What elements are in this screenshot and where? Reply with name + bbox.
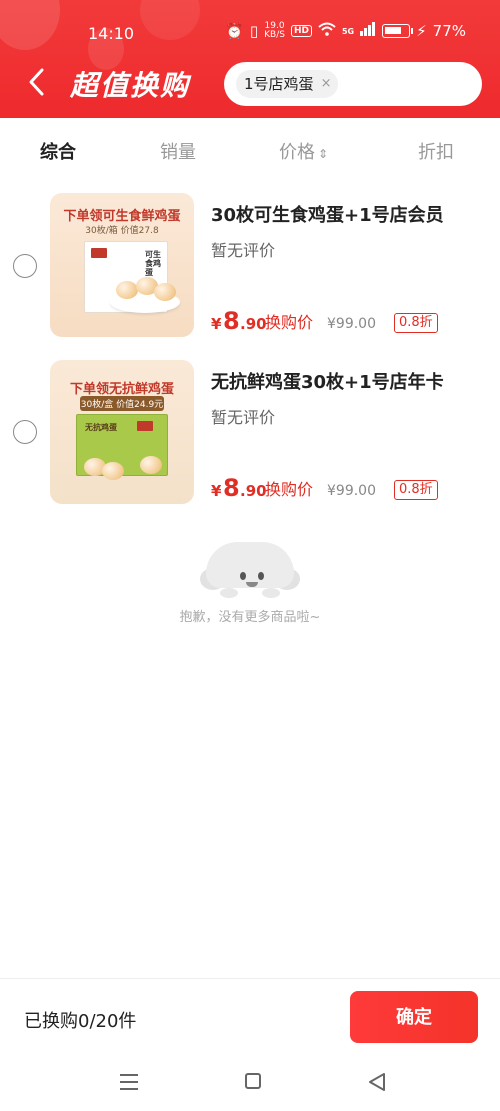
product-image[interactable]: 下单领无抗鲜鸡蛋 30枚/盒 价值24.9元 无抗鸡蛋 [50, 360, 194, 504]
thumb-title: 下单领无抗鲜鸡蛋 [69, 382, 174, 397]
product-name[interactable]: 无抗鲜鸡蛋30枚+1号店年卡 [211, 368, 444, 394]
charging-icon: ⚡ [416, 22, 427, 40]
battery-icon [382, 24, 414, 38]
status-icons: ⏰ ▯ 19.0 KB/S HD 5G ⚡ 77% [225, 22, 466, 41]
bottom-bar: 已换购0/20件 确定 [0, 978, 500, 1056]
tab-price[interactable]: 价格 ⇕ [279, 138, 328, 164]
net-speed: 19.0 KB/S [264, 22, 285, 40]
signal-icon [360, 22, 376, 40]
search-chip-label: 1号店鸡蛋 [244, 75, 314, 93]
price-symbol: ¥ [211, 315, 222, 333]
vibrate-icon: ▯ [249, 22, 259, 40]
tab-price-label: 价格 [279, 142, 315, 163]
hd-badge: HD [290, 25, 312, 37]
select-radio[interactable] [13, 254, 37, 278]
net-speed-unit: KB/S [264, 30, 285, 40]
confirm-button[interactable]: 确定 [350, 991, 478, 1043]
brand-logo [91, 248, 107, 258]
swap-price-label: 换购价 [265, 480, 314, 499]
tab-discount[interactable]: 折扣 [418, 138, 454, 164]
search-chip[interactable]: 1号店鸡蛋 × [236, 70, 338, 98]
menu-icon[interactable] [116, 1070, 144, 1094]
original-price: ¥99.00 [327, 483, 376, 499]
price-integer: 8 [223, 307, 240, 335]
price-row: ¥ 8 .90 换购价 ¥99.00 0.8折 [211, 474, 471, 502]
price-integer: 8 [223, 474, 240, 502]
alarm-icon: ⏰ [225, 22, 244, 40]
price-decimal: .90 [240, 315, 267, 333]
list-item[interactable]: 下单领可生食鲜鸡蛋 30枚/箱 价值27.8 可生食鸡蛋 30枚可生食鸡蛋+1号… [0, 193, 500, 343]
sort-tabs: 综合 销量 价格 ⇕ 折扣 [0, 118, 500, 182]
wifi-icon [318, 22, 336, 40]
egg [116, 281, 138, 299]
tab-comprehensive[interactable]: 综合 [40, 138, 76, 164]
empty-state-text: 抱歉，没有更多商品啦~ [179, 610, 321, 625]
box-label: 可生食鸡蛋 [145, 250, 161, 277]
battery-fill [385, 27, 402, 34]
status-bar: 14:10 ⏰ ▯ 19.0 KB/S HD 5G ⚡ 77% [0, 0, 500, 64]
back-triangle-icon[interactable] [364, 1070, 392, 1094]
page-title: 超值换购 [70, 69, 191, 102]
battery-percent: 77% [432, 22, 466, 40]
thumb-subtitle: 30枚/箱 价值27.8 [85, 226, 159, 236]
tab-sales[interactable]: 销量 [160, 138, 196, 164]
review-text: 暂无评价 [211, 241, 276, 260]
system-nav-bar [0, 1056, 500, 1111]
search-bar[interactable]: 1号店鸡蛋 × [224, 62, 482, 106]
select-radio[interactable] [13, 420, 37, 444]
discount-badge: 0.8折 [394, 313, 438, 333]
status-time: 14:10 [88, 24, 135, 43]
egg [140, 456, 162, 474]
review-text: 暂无评价 [211, 408, 276, 427]
thumb-title: 下单领可生食鲜鸡蛋 [63, 209, 181, 224]
swap-price-label: 换购价 [265, 313, 314, 332]
sort-icon: ⇕ [318, 147, 329, 161]
brand-logo [137, 421, 153, 431]
close-icon[interactable]: × [321, 70, 332, 98]
original-price: ¥99.00 [327, 316, 376, 332]
list-item[interactable]: 下单领无抗鲜鸡蛋 30枚/盒 价值24.9元 无抗鸡蛋 无抗鲜鸡蛋30枚+1号店… [0, 360, 500, 510]
price-decimal: .90 [240, 482, 267, 500]
empty-state: 抱歉，没有更多商品啦~ [0, 538, 500, 628]
header: 14:10 ⏰ ▯ 19.0 KB/S HD 5G ⚡ 77% 超值换购 1号店 [0, 0, 500, 118]
exchange-count: 已换购0/20件 [24, 1011, 137, 1032]
chevron-left-icon [29, 68, 44, 96]
product-image[interactable]: 下单领可生食鲜鸡蛋 30枚/箱 价值27.8 可生食鸡蛋 [50, 193, 194, 337]
mascot-icon [200, 542, 300, 600]
discount-badge: 0.8折 [394, 480, 438, 500]
box-label: 无抗鸡蛋 [85, 423, 117, 432]
thumb-subtitle: 30枚/盒 价值24.9元 [80, 396, 164, 411]
price-row: ¥ 8 .90 换购价 ¥99.00 0.8折 [211, 307, 471, 335]
home-icon[interactable] [240, 1070, 268, 1094]
network-type: 5G [341, 26, 355, 36]
price-symbol: ¥ [211, 482, 222, 500]
product-name[interactable]: 30枚可生食鸡蛋+1号店会员 [211, 201, 444, 227]
egg [154, 283, 176, 301]
back-button[interactable] [26, 66, 56, 102]
egg [102, 462, 124, 480]
